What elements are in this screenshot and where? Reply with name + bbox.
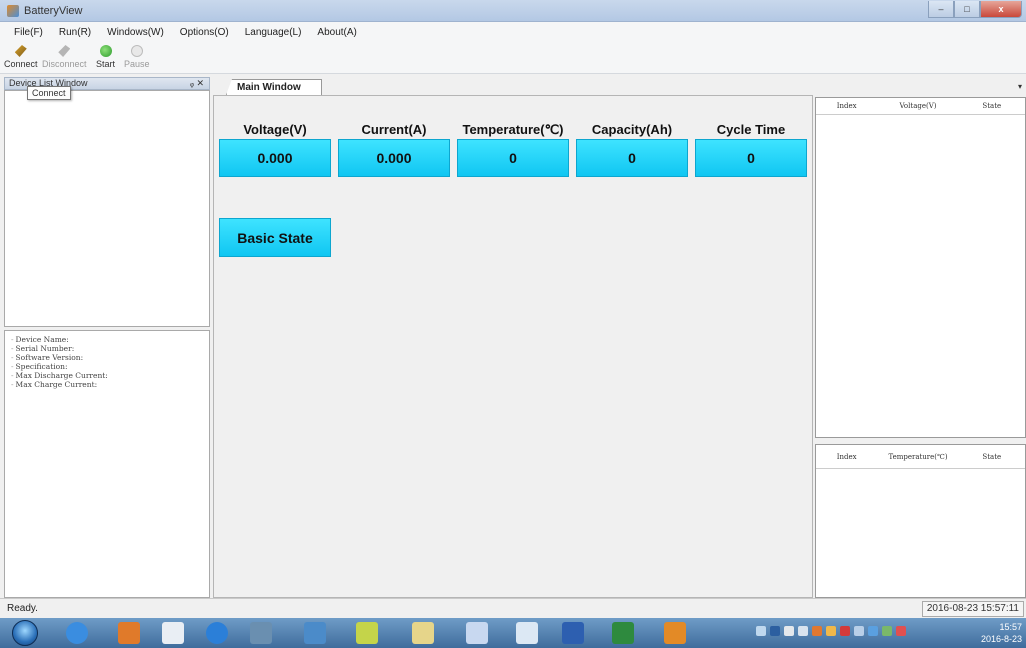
menu-bar: File(F) Run(R) Windows(W) Options(O) Lan… (0, 22, 1026, 42)
temperature-value: 0 (457, 139, 569, 177)
device-info-tree: Device Name: Serial Number: Software Ver… (4, 330, 210, 598)
tray-icon[interactable] (868, 626, 878, 636)
voltage-label: Voltage(V) (243, 122, 307, 137)
menu-file[interactable]: File(F) (6, 27, 51, 38)
doc-icon[interactable] (516, 622, 538, 644)
col-state[interactable]: State (959, 445, 1025, 468)
tray-icon[interactable] (798, 626, 808, 636)
gallery-icon[interactable] (304, 622, 326, 644)
taskbar-clock[interactable]: 15:57 2016-8-23 (981, 621, 1022, 645)
tray-icon[interactable] (854, 626, 864, 636)
capacity-label: Capacity(Ah) (591, 122, 673, 137)
tray-icon[interactable] (812, 626, 822, 636)
menu-about[interactable]: About(A) (309, 27, 364, 38)
device-list[interactable] (4, 90, 210, 327)
pause-button[interactable]: Pause (124, 45, 150, 69)
info-max-charge: Max Charge Current: (11, 380, 203, 389)
col-state[interactable]: State (959, 98, 1025, 114)
menu-language[interactable]: Language(L) (237, 27, 310, 38)
disconnect-icon (58, 45, 71, 57)
explorer-icon[interactable] (250, 622, 272, 644)
battery-app-icon[interactable] (664, 622, 686, 644)
tray-icon[interactable] (784, 626, 794, 636)
status-datetime: 2016-08-23 15:57:11 (921, 601, 1024, 617)
disconnect-button[interactable]: Disconnect (42, 45, 87, 69)
tray-icon[interactable] (882, 626, 892, 636)
title-bar: BatteryView – □ x (0, 0, 1026, 22)
start-button[interactable]: Start (96, 45, 115, 69)
menu-run[interactable]: Run(R) (51, 27, 99, 38)
burst-icon[interactable] (466, 622, 488, 644)
info-specification: Specification: (11, 362, 203, 371)
basic-state-button[interactable]: Basic State (219, 218, 331, 257)
cycle-time-value: 0 (695, 139, 807, 177)
app-diamond-icon[interactable] (162, 622, 184, 644)
main-window: Voltage(V) Current(A) Temperature(℃) Cap… (213, 95, 813, 598)
temperature-grid[interactable]: Index Temperature(℃) State (815, 444, 1026, 598)
notes-icon[interactable] (412, 622, 434, 644)
connect-icon (14, 45, 27, 57)
current-label: Current(A) (361, 122, 427, 137)
tray-icon[interactable] (756, 626, 766, 636)
info-software-version: Software Version: (11, 353, 203, 362)
voltage-value: 0.000 (219, 139, 331, 177)
windows-start-icon[interactable] (12, 620, 38, 646)
system-tray (756, 626, 906, 636)
capacity-value: 0 (576, 139, 688, 177)
clock-date: 2016-8-23 (980, 634, 1022, 644)
disconnect-label: Disconnect (42, 59, 87, 69)
col-temperature[interactable]: Temperature(℃) (877, 445, 958, 468)
col-index[interactable]: Index (816, 445, 877, 468)
connect-tooltip: Connect (27, 86, 71, 100)
voltage-grid-header: Index Voltage(V) State (816, 98, 1025, 115)
info-device-name: Device Name: (11, 335, 203, 344)
panel-pin-close-icons[interactable]: ᵩ ✕ (190, 78, 204, 89)
status-text: Ready. (7, 603, 38, 614)
tools-icon[interactable] (356, 622, 378, 644)
start-icon (99, 45, 112, 57)
minimize-button[interactable]: – (928, 1, 954, 18)
menu-options[interactable]: Options(O) (172, 27, 237, 38)
connect-button[interactable]: Connect (4, 45, 38, 69)
close-button[interactable]: x (980, 1, 1022, 18)
pause-label: Pause (124, 59, 150, 69)
current-value: 0.000 (338, 139, 450, 177)
tray-icon[interactable] (840, 626, 850, 636)
connect-label: Connect (4, 59, 38, 69)
info-max-discharge: Max Discharge Current: (11, 371, 203, 380)
clock-time: 15:57 (999, 622, 1022, 632)
window-title: BatteryView (24, 5, 83, 17)
tab-main-window[interactable]: Main Window (226, 79, 322, 95)
menu-windows[interactable]: Windows(W) (99, 27, 172, 38)
cycle-time-label: Cycle Time (716, 122, 786, 137)
temperature-grid-header: Index Temperature(℃) State (816, 445, 1025, 469)
tray-icon[interactable] (770, 626, 780, 636)
app-icon (7, 5, 19, 17)
tab-strip: Main Window ▾ (212, 77, 1026, 95)
pause-icon (130, 45, 143, 57)
tray-icon[interactable] (896, 626, 906, 636)
maximize-button[interactable]: □ (954, 1, 980, 18)
voltage-grid[interactable]: Index Voltage(V) State (815, 97, 1026, 438)
taskbar: 15:57 2016-8-23 (0, 618, 1026, 648)
ie-icon[interactable] (66, 622, 88, 644)
col-index[interactable]: Index (816, 98, 877, 114)
info-serial-number: Serial Number: (11, 344, 203, 353)
temperature-label: Temperature(℃) (462, 122, 564, 137)
sogou-icon[interactable] (206, 622, 228, 644)
chevron-down-icon[interactable]: ▾ (1018, 82, 1022, 91)
word-icon[interactable] (562, 622, 584, 644)
toolbar: Connect Disconnect Start Pause (0, 42, 1026, 74)
tray-icon[interactable] (826, 626, 836, 636)
col-voltage[interactable]: Voltage(V) (877, 98, 958, 114)
window-controls: – □ x (928, 1, 1022, 18)
excel-icon[interactable] (612, 622, 634, 644)
status-bar: Ready. 2016-08-23 15:57:11 (0, 598, 1026, 618)
media-icon[interactable] (118, 622, 140, 644)
start-label: Start (96, 59, 116, 69)
